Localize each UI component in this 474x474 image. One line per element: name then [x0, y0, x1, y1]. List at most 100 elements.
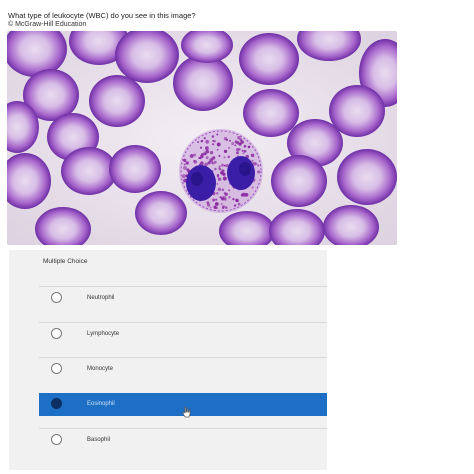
- granule: [223, 164, 226, 167]
- granule: [222, 172, 226, 176]
- granule: [223, 156, 226, 159]
- granule: [227, 155, 231, 159]
- granule: [216, 142, 221, 147]
- radio-button[interactable]: [51, 292, 62, 303]
- granule: [251, 186, 254, 189]
- granule: [232, 198, 235, 201]
- granule: [236, 141, 240, 145]
- granule: [233, 204, 237, 207]
- granule: [206, 201, 210, 205]
- granule: [223, 137, 228, 141]
- granule: [183, 158, 187, 162]
- granule: [181, 174, 186, 179]
- granule: [243, 150, 247, 153]
- granule: [247, 145, 251, 149]
- granule: [183, 165, 187, 170]
- radio-button[interactable]: [51, 328, 62, 339]
- granule: [211, 161, 214, 164]
- granule: [216, 174, 220, 177]
- red-blood-cell: [271, 155, 327, 207]
- granule: [243, 144, 247, 148]
- granule: [217, 187, 222, 192]
- granule: [250, 153, 255, 158]
- red-blood-cell: [337, 149, 397, 205]
- option-label: Basophil: [87, 437, 111, 443]
- granule: [203, 137, 206, 140]
- option-lymphocyte[interactable]: Lymphocyte: [39, 322, 327, 345]
- granule: [212, 139, 215, 142]
- granule: [236, 148, 240, 152]
- granule: [183, 163, 186, 166]
- granule: [205, 139, 210, 144]
- option-neutrophil[interactable]: Neutrophil: [39, 286, 327, 309]
- granule: [200, 161, 204, 165]
- granule: [251, 159, 254, 162]
- granule: [255, 162, 258, 166]
- granule: [217, 177, 222, 181]
- granule: [221, 163, 224, 167]
- granule: [235, 198, 239, 203]
- granule: [240, 193, 245, 197]
- granule: [220, 202, 223, 206]
- option-label: Eosinophil: [87, 401, 115, 407]
- red-blood-cell: [135, 191, 187, 235]
- option-label: Neutrophil: [87, 295, 115, 301]
- red-blood-cell: [243, 89, 299, 137]
- granule: [231, 142, 235, 146]
- granule: [242, 152, 245, 155]
- quiz-page: What type of leukocyte (WBC) do you see …: [0, 0, 474, 474]
- red-blood-cell: [173, 55, 233, 111]
- option-basophil[interactable]: Basophil: [39, 428, 327, 451]
- granule: [241, 149, 244, 152]
- red-blood-cell: [109, 145, 161, 193]
- granule: [237, 202, 241, 206]
- option-label: Lymphocyte: [87, 331, 120, 337]
- granule: [234, 144, 237, 147]
- multiple-choice-panel: Multiple Choice Neutrophil Lymphocyte Mo…: [9, 250, 327, 470]
- granule: [203, 151, 207, 156]
- radio-button[interactable]: [51, 434, 62, 445]
- hand-cursor-icon: [182, 406, 191, 418]
- red-blood-cell: [239, 33, 299, 85]
- granule: [189, 154, 194, 158]
- granule: [212, 198, 216, 202]
- granule: [228, 196, 231, 199]
- granule: [197, 141, 200, 144]
- granule: [216, 192, 219, 195]
- red-blood-cell: [89, 75, 145, 127]
- granule: [209, 160, 212, 163]
- granule: [185, 161, 189, 165]
- granule: [211, 135, 215, 138]
- granule: [215, 198, 218, 201]
- granule: [227, 146, 230, 149]
- eosinophil-cell: [179, 129, 263, 213]
- granule: [236, 151, 239, 155]
- granule: [200, 140, 203, 143]
- granule: [198, 157, 201, 159]
- granule: [214, 202, 219, 206]
- granule: [216, 182, 219, 185]
- granule: [193, 160, 198, 164]
- granule: [214, 206, 218, 210]
- radio-button[interactable]: [51, 363, 62, 374]
- multiple-choice-heading: Multiple Choice: [43, 258, 88, 265]
- granule: [186, 168, 190, 172]
- granule: [221, 188, 225, 192]
- granule: [209, 150, 214, 155]
- radio-button-selected[interactable]: [51, 398, 62, 409]
- granule: [257, 164, 260, 167]
- option-monocyte[interactable]: Monocyte: [39, 357, 327, 380]
- copyright-notice: © McGraw-Hill Education: [8, 21, 87, 28]
- granule: [240, 140, 244, 144]
- granule: [222, 195, 227, 200]
- granule: [216, 148, 219, 151]
- granule: [244, 193, 249, 197]
- granule: [218, 154, 221, 157]
- red-blood-cell: [61, 147, 117, 195]
- granule: [222, 206, 225, 210]
- granule: [205, 146, 209, 151]
- granule: [228, 139, 232, 142]
- granule: [223, 176, 226, 179]
- granule: [216, 133, 219, 136]
- question-text: What type of leukocyte (WBC) do you see …: [8, 11, 196, 20]
